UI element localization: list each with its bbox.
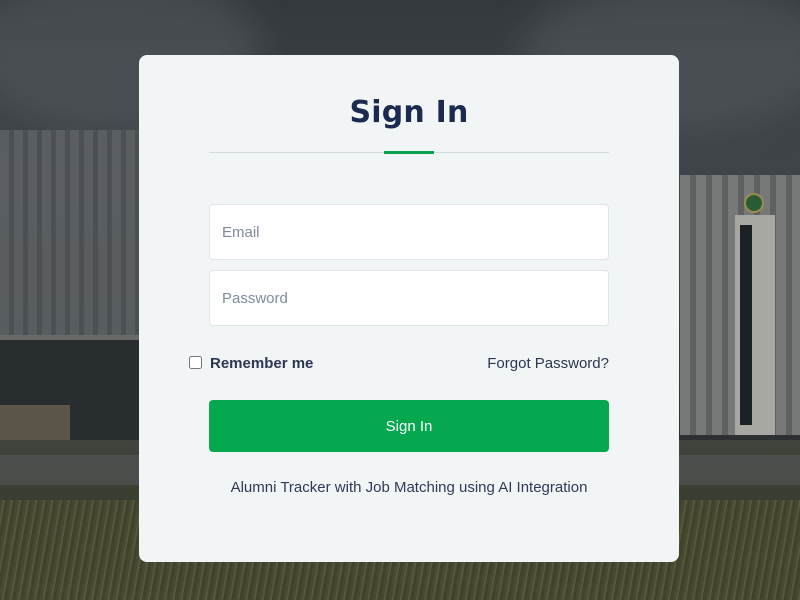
email-field[interactable] xyxy=(209,204,609,260)
sign-in-card: Sign In Remember me Forgot Password? Sig… xyxy=(139,55,679,562)
forgot-password-link[interactable]: Forgot Password? xyxy=(487,355,609,372)
remember-me-checkbox[interactable] xyxy=(189,356,202,369)
remember-me-label: Remember me xyxy=(210,355,314,372)
sign-in-title: Sign In xyxy=(349,95,469,130)
sign-in-button[interactable]: Sign In xyxy=(209,400,609,452)
remember-me[interactable]: Remember me xyxy=(189,354,314,372)
title-divider-accent xyxy=(384,151,434,154)
app-tagline: Alumni Tracker with Job Matching using A… xyxy=(230,479,588,496)
password-field[interactable] xyxy=(209,270,609,326)
